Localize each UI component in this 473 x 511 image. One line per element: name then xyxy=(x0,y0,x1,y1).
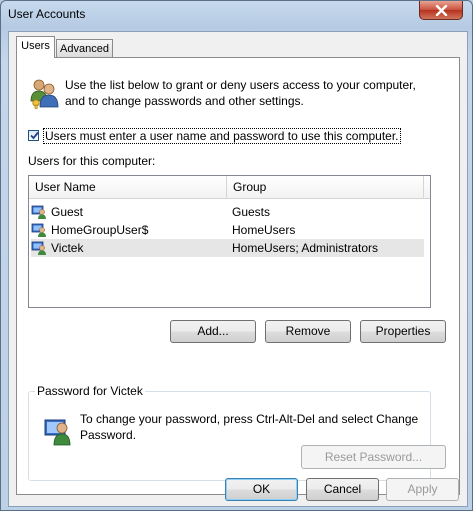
apply-button[interactable]: Apply xyxy=(386,478,459,501)
password-group-title: Password for Victek xyxy=(35,384,145,398)
table-row[interactable]: HomeGroupUser$ HomeUsers xyxy=(31,221,424,239)
properties-button[interactable]: Properties xyxy=(360,320,446,343)
password-instructions: To change your password, press Ctrl-Alt-… xyxy=(80,412,419,442)
checkmark-icon xyxy=(30,131,39,140)
tab-advanced[interactable]: Advanced xyxy=(56,39,113,58)
user-name-cell: Guest xyxy=(51,205,84,219)
window-title: User Accounts xyxy=(8,7,86,21)
users-icon xyxy=(30,79,59,109)
user-group-cell: HomeUsers xyxy=(232,223,296,237)
tab-advanced-label: Advanced xyxy=(60,43,109,55)
user-name-cell: Victek xyxy=(51,241,84,255)
user-name-cell: HomeGroupUser$ xyxy=(51,223,149,237)
password-groupbox: Password for Victek To change your passw… xyxy=(28,384,446,481)
users-list-label: Users for this computer: xyxy=(28,154,156,168)
user-group-cell: Guests xyxy=(232,205,271,219)
intro-text: Use the list below to grant or deny user… xyxy=(65,78,416,108)
user-icon xyxy=(31,223,46,237)
close-icon xyxy=(435,5,448,16)
table-row[interactable]: Victek HomeUsers; Administrators xyxy=(31,239,424,257)
require-login-label[interactable]: Users must enter a user name and passwor… xyxy=(43,128,401,144)
users-listview[interactable]: User Name Group Guest Guests HomeGroupUs… xyxy=(28,175,431,308)
user-password-icon xyxy=(44,419,71,446)
user-accounts-window: User Accounts Users Advanced Use the lis… xyxy=(0,0,473,511)
title-bar[interactable]: User Accounts xyxy=(1,1,472,29)
add-user-button[interactable]: Add... xyxy=(170,320,256,343)
ok-button[interactable]: OK xyxy=(225,478,298,501)
column-header-group[interactable]: Group xyxy=(233,180,266,194)
users-tab-panel: Use the list below to grant or deny user… xyxy=(16,57,460,495)
require-login-checkbox[interactable] xyxy=(28,130,39,141)
tab-users[interactable]: Users xyxy=(16,36,55,58)
column-divider[interactable] xyxy=(423,176,424,198)
list-header: User Name Group xyxy=(29,176,430,199)
user-icon xyxy=(31,205,46,219)
user-group-cell: HomeUsers; Administrators xyxy=(232,241,379,255)
dialog-client-area: Users Advanced Use the list below to gra… xyxy=(8,31,468,507)
cancel-button[interactable]: Cancel xyxy=(306,478,379,501)
column-divider[interactable] xyxy=(226,176,227,198)
table-row[interactable]: Guest Guests xyxy=(31,203,424,221)
column-header-user-name[interactable]: User Name xyxy=(35,180,96,194)
reset-password-button[interactable]: Reset Password... xyxy=(301,445,446,469)
close-button[interactable] xyxy=(419,1,463,20)
tab-users-label: Users xyxy=(21,40,50,52)
user-icon xyxy=(31,241,46,255)
remove-user-button[interactable]: Remove xyxy=(265,320,351,343)
